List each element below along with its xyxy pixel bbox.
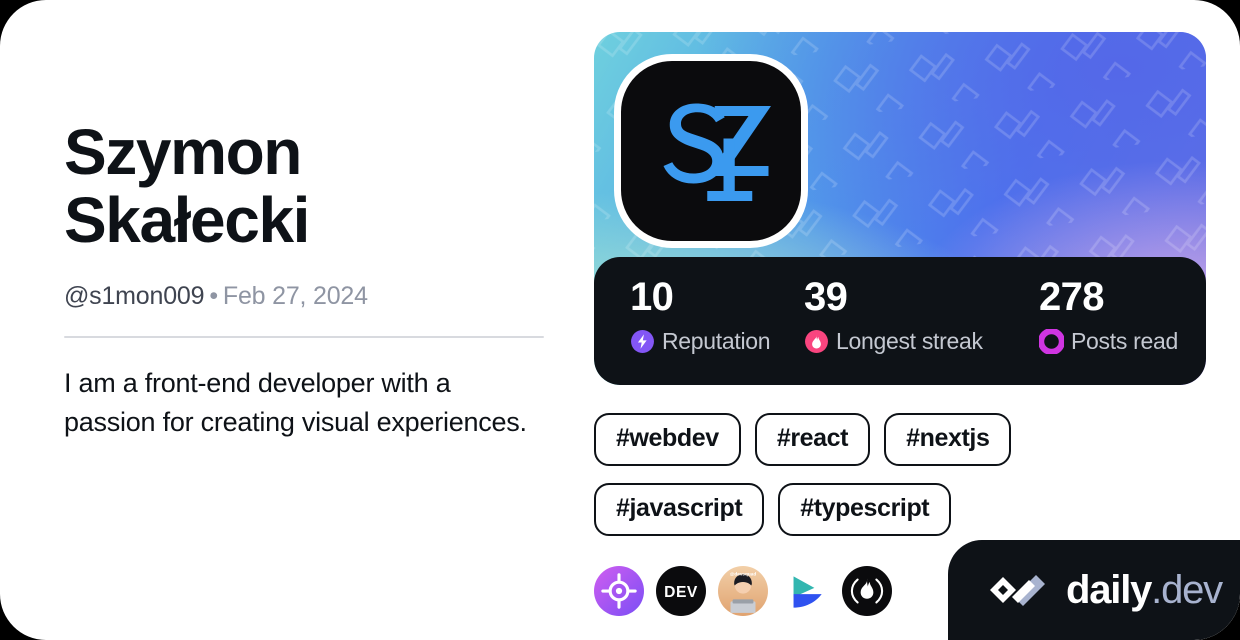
play-triangle-source-icon[interactable] (780, 566, 830, 616)
stat-value: 10 (630, 275, 674, 319)
daily-dev-wordmark: daily.dev (1066, 568, 1223, 612)
svg-text:@devsquad: @devsquad (730, 571, 757, 576)
bolt-icon (631, 329, 654, 353)
tag-nextjs[interactable]: #nextjs (884, 413, 1012, 466)
page-title: Szymon Skałecki (64, 116, 310, 257)
stat-value: 39 (804, 275, 848, 319)
tag-list: #webdev #react #nextjs #javascript #type… (594, 413, 1174, 536)
flame-circle-source-icon[interactable] (842, 566, 892, 616)
profile-date: Feb 27, 2024 (222, 281, 368, 310)
stat-longest-streak: 39 Longest streak (804, 275, 1039, 385)
profile-info-column: Szymon Skałecki @s1mon009 • Feb 27, 2024 I… (64, 118, 554, 443)
divider (64, 335, 544, 338)
stat-posts-read: 278 Posts read (1039, 275, 1178, 385)
daily-dev-logo-icon (990, 575, 1045, 606)
stat-reputation: 10 Reputation (630, 275, 804, 385)
badge-name-primary: daily (1066, 568, 1152, 612)
badge-name-secondary: .dev (1151, 568, 1223, 612)
profile-banner: 10 Reputation 39 Longest streak 278 Post… (594, 32, 1206, 385)
meta-separator: • (209, 281, 218, 310)
tag-typescript[interactable]: #typescript (778, 483, 952, 536)
svg-text:DEV: DEV (664, 584, 698, 601)
avatar (614, 54, 808, 248)
avatar-source-icon[interactable]: @devsquad (718, 566, 768, 616)
dev-to-source-icon[interactable]: DEV (656, 566, 706, 616)
tag-javascript[interactable]: #javascript (594, 483, 765, 536)
crosshair-source-icon[interactable] (594, 566, 644, 616)
profile-handle: @s1mon009 (64, 281, 205, 310)
stat-label: Posts read (1071, 327, 1178, 354)
tag-react[interactable]: #react (754, 413, 871, 466)
profile-meta: @s1mon009 • Feb 27, 2024 (64, 281, 554, 311)
profile-visual-column: 10 Reputation 39 Longest streak 278 Post… (594, 32, 1206, 616)
stats-bar: 10 Reputation 39 Longest streak 278 Post… (594, 257, 1206, 385)
tag-webdev[interactable]: #webdev (594, 413, 741, 466)
daily-dev-badge: daily.dev (948, 540, 1240, 640)
profile-card: Szymon Skałecki @s1mon009 • Feb 27, 2024 I… (0, 0, 1240, 640)
flame-icon (805, 329, 828, 353)
stat-value: 278 (1039, 275, 1105, 319)
stat-label: Longest streak (836, 327, 983, 354)
ring-icon (1039, 328, 1064, 354)
profile-bio: I am a front-end developer with a passio… (64, 367, 527, 438)
stat-label: Reputation (662, 327, 771, 354)
